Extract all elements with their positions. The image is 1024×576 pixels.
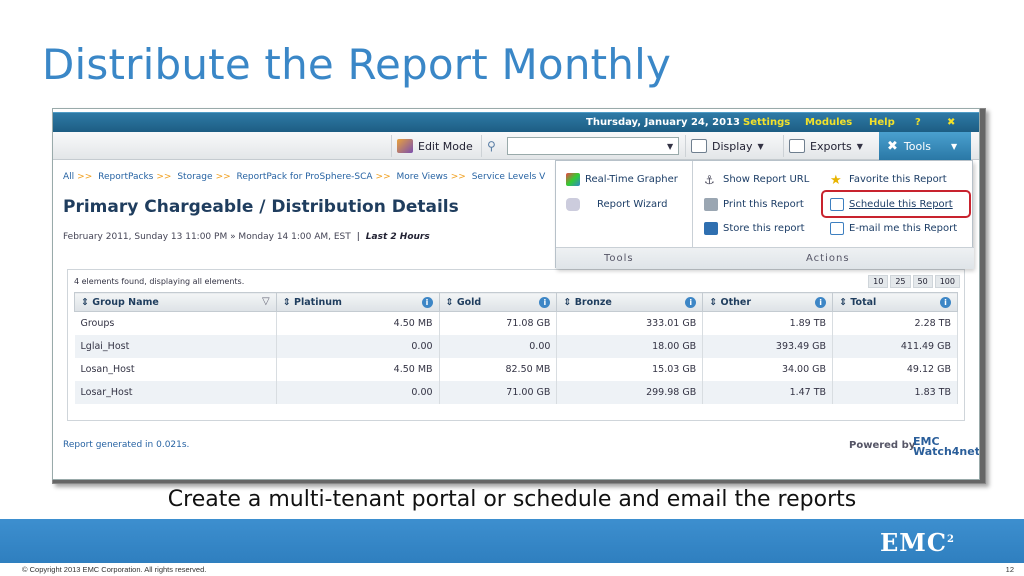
- edit-mode-label: Edit Mode: [418, 139, 473, 153]
- table-row[interactable]: Lglai_Host 0.00 0.00 18.00 GB 393.49 GB …: [74, 334, 958, 358]
- anchor-icon: ⚓: [704, 173, 715, 187]
- slide-caption: Create a multi-tenant portal or schedule…: [167, 487, 857, 512]
- table-row[interactable]: Losan_Host 4.50 MB 82.50 MB 15.03 GB 34.…: [74, 357, 958, 381]
- page-size-10[interactable]: 10: [868, 275, 889, 288]
- elements-found-text: 4 elements found, displaying all element…: [74, 277, 245, 286]
- time-window-link[interactable]: Last 2 Hours: [366, 232, 430, 242]
- page-title: Primary Chargeable / Distribution Detail…: [63, 197, 459, 217]
- modules-link[interactable]: Modules: [805, 117, 852, 128]
- powered-by-text: Powered by: [849, 440, 916, 451]
- display-label: Display: [712, 139, 753, 153]
- edit-mode-button[interactable]: Edit Mode: [391, 135, 478, 157]
- search-dropdown-arrow[interactable]: ▼: [667, 142, 673, 151]
- report-table: ⇕ Group Name ▽ ⇕ Platinum i ⇕ Gold i ⇕ Bron…: [74, 292, 958, 404]
- column-header-total[interactable]: ⇕ Total i: [832, 292, 958, 312]
- exports-label: Exports: [810, 139, 852, 153]
- exports-icon: [789, 139, 805, 153]
- breadcrumb-item[interactable]: ReportPack for ProSphere-SCA: [237, 172, 373, 182]
- emc-logo: EMC2: [880, 528, 955, 557]
- page-size-100[interactable]: 100: [934, 275, 960, 288]
- breadcrumb-item[interactable]: More Views: [397, 172, 448, 182]
- app-top-bar: Thursday, January 24, 2013 Settings Modu…: [53, 112, 979, 132]
- chevron-down-icon: ▼: [757, 141, 764, 151]
- current-date: Thursday, January 24, 2013: [586, 117, 740, 128]
- menu-item-show-report-url[interactable]: ⚓ Show Report URL: [704, 173, 809, 187]
- display-icon: [691, 139, 707, 153]
- breadcrumb-item[interactable]: ReportPacks: [98, 172, 153, 182]
- page-size-selector: 10 25 50 100: [868, 275, 960, 288]
- slide-title: Distribute the Report Monthly: [42, 40, 672, 89]
- app-toolbar: Edit Mode ⚲ ▼ Display ▼ Exports ▼ ✖ Tool…: [53, 132, 979, 160]
- table-row[interactable]: Groups 4.50 MB 71.08 GB 333.01 GB 1.89 T…: [74, 311, 958, 335]
- highlight-box: [821, 190, 971, 218]
- wizard-icon: [566, 198, 580, 211]
- close-icon[interactable]: ✖: [947, 117, 955, 128]
- info-icon[interactable]: i: [421, 297, 433, 308]
- time-range-text: February 2011, Sunday 13 11:00 PM » Mond…: [63, 232, 351, 242]
- breadcrumb-item[interactable]: Storage: [177, 172, 212, 182]
- save-icon: [704, 222, 718, 235]
- tools-icon: ✖: [887, 138, 898, 154]
- chevron-down-icon: ▼: [951, 141, 958, 151]
- page-size-25[interactable]: 25: [890, 275, 911, 288]
- copyright-text: © Copyright 2013 EMC Corporation. All ri…: [22, 565, 207, 574]
- exports-button[interactable]: Exports ▼: [783, 135, 868, 157]
- time-range: February 2011, Sunday 13 11:00 PM » Mond…: [63, 232, 430, 242]
- page-number: 12: [1005, 565, 1014, 574]
- menu-item-report-wizard[interactable]: Report Wizard: [566, 198, 667, 211]
- app-screenshot: Thursday, January 24, 2013 Settings Modu…: [52, 108, 980, 480]
- settings-link[interactable]: Settings: [743, 117, 790, 128]
- column-header-bronze[interactable]: ⇕ Bronze i: [556, 292, 704, 312]
- about-link[interactable]: ?: [915, 117, 921, 128]
- menu-footer: Tools Actions: [556, 247, 974, 269]
- search-input[interactable]: [507, 137, 679, 155]
- watch4net-logo: EMC Watch4net: [913, 435, 980, 458]
- column-header-group-name[interactable]: ⇕ Group Name ▽: [74, 292, 277, 312]
- report-table-panel: 4 elements found, displaying all element…: [67, 269, 965, 421]
- page-size-50[interactable]: 50: [912, 275, 933, 288]
- footer-band: [0, 519, 1024, 563]
- email-icon: [830, 222, 844, 235]
- menu-section-actions: Actions: [806, 253, 850, 264]
- table-row[interactable]: Losar_Host 0.00 71.00 GB 299.98 GB 1.47 …: [74, 380, 958, 404]
- menu-item-store-report[interactable]: Store this report: [704, 222, 805, 235]
- column-header-gold[interactable]: ⇕ Gold i: [438, 292, 558, 312]
- star-icon: ★: [830, 173, 842, 188]
- column-header-other[interactable]: ⇕ Other i: [702, 292, 834, 312]
- menu-item-print-report[interactable]: Print this Report: [704, 198, 804, 211]
- menu-item-favorite-report[interactable]: ★ Favorite this Report: [830, 173, 947, 188]
- menu-item-email-report[interactable]: E-mail me this Report: [830, 222, 957, 235]
- info-icon[interactable]: i: [940, 297, 951, 308]
- info-icon[interactable]: i: [815, 297, 827, 308]
- info-icon[interactable]: i: [539, 297, 551, 308]
- search-icon: ⚲: [481, 135, 507, 157]
- tools-button[interactable]: ✖ Tools ▼: [879, 132, 971, 160]
- breadcrumb: All >> ReportPacks >> Storage >> ReportPack…: [63, 172, 546, 182]
- menu-item-real-time-grapher[interactable]: Real-Time Grapher: [566, 173, 678, 186]
- chart-icon: [566, 173, 580, 186]
- breadcrumb-item[interactable]: Service Levels V: [472, 172, 546, 182]
- tools-label: Tools: [903, 139, 932, 153]
- menu-section-tools: Tools: [604, 253, 634, 264]
- help-link[interactable]: Help: [869, 117, 895, 128]
- chevron-down-icon: ▼: [856, 141, 863, 151]
- edit-mode-icon: [397, 139, 413, 153]
- breadcrumb-item[interactable]: All: [63, 172, 74, 182]
- display-button[interactable]: Display ▼: [685, 135, 769, 157]
- info-icon[interactable]: i: [685, 297, 697, 308]
- report-generated-text: Report generated in 0.021s.: [63, 440, 190, 450]
- column-header-platinum[interactable]: ⇕ Platinum i: [275, 292, 440, 312]
- filter-icon[interactable]: ▽: [262, 296, 270, 307]
- printer-icon: [704, 198, 718, 211]
